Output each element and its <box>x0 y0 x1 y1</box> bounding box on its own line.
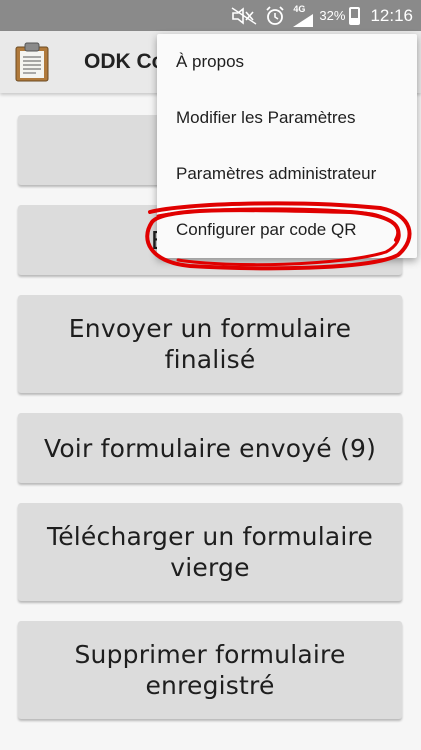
clock: 12:16 <box>370 5 413 25</box>
mute-icon <box>231 6 257 25</box>
battery-icon <box>349 6 361 25</box>
menu-item-about[interactable]: À propos <box>157 34 417 90</box>
menu-item-admin-settings[interactable]: Paramètres administrateur <box>157 146 417 202</box>
alarm-icon <box>265 5 285 26</box>
clipboard-icon <box>14 42 50 82</box>
menu-item-configure-qr[interactable]: Configurer par code QR <box>157 202 417 258</box>
view-sent-form-button[interactable]: Voir formulaire envoyé (9) <box>18 413 402 483</box>
status-bar: 4G 32% 12:16 <box>0 0 421 31</box>
app-title: ODK Co <box>84 50 165 73</box>
overflow-menu: À propos Modifier les Paramètres Paramèt… <box>157 34 417 258</box>
network-type: 4G <box>293 3 306 14</box>
battery-percent: 32% <box>319 8 346 23</box>
menu-item-general-settings[interactable]: Modifier les Paramètres <box>157 90 417 146</box>
signal-icon: 4G <box>293 3 314 27</box>
delete-saved-form-button[interactable]: Supprimer formulaire enregistré <box>18 621 402 719</box>
get-blank-form-button[interactable]: Télécharger un formulaire vierge <box>18 503 402 601</box>
send-finalized-form-button[interactable]: Envoyer un formulaire finalisé <box>18 295 402 393</box>
